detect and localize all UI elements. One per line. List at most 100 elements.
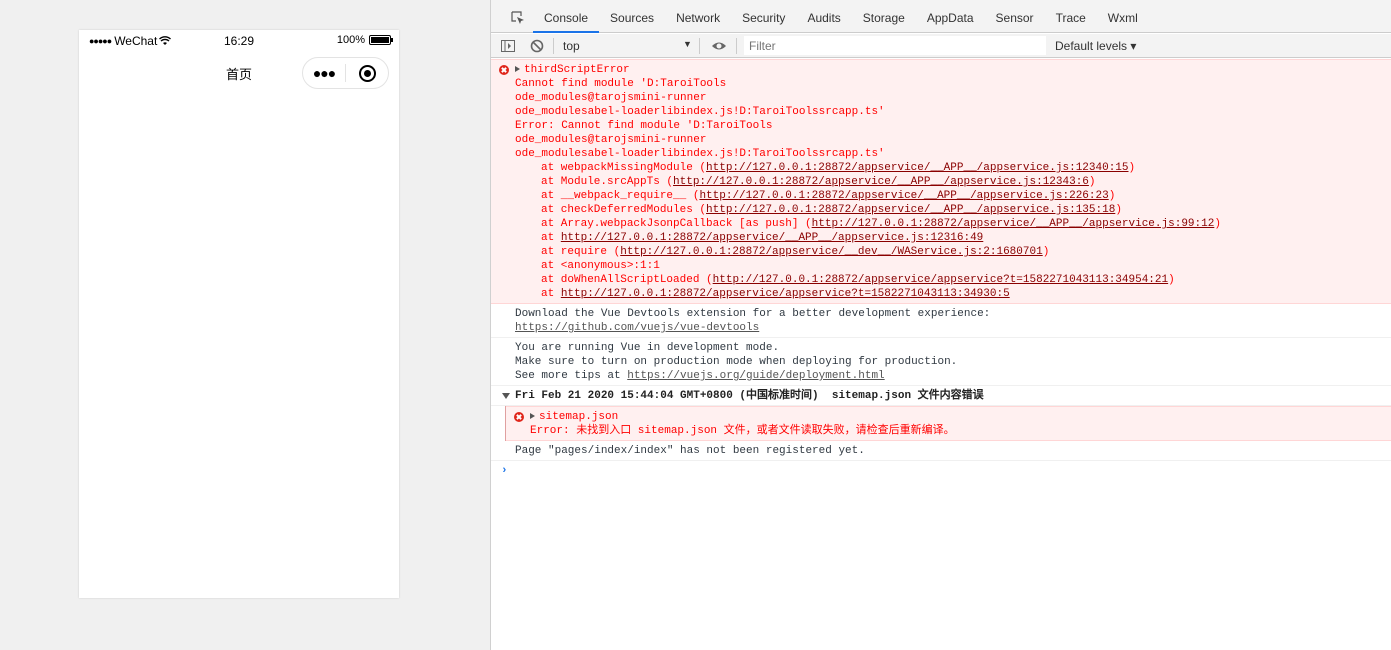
error-line: ode_modulesabel-loaderlibindex.js!D:Taro… [515, 148, 885, 160]
error-title-row[interactable]: thirdScriptError [515, 63, 1391, 77]
stack-frame-text: at __webpack_require__ ( [541, 190, 700, 202]
error-stack: at webpackMissingModule (http://127.0.0.… [515, 161, 1391, 301]
tab-trace[interactable]: Trace [1045, 0, 1097, 33]
log-levels-dropdown[interactable]: Default levels ▾ [1055, 39, 1136, 53]
console-log-message: You are running Vue in development mode.… [491, 338, 1391, 386]
console-group-header[interactable]: Fri Feb 21 2020 15:44:04 GMT+0800 (中国标准时… [491, 386, 1391, 406]
stack-frame-text: ) [1108, 190, 1116, 202]
log-text: Download the Vue Devtools extension for … [515, 308, 991, 320]
phone-screen: ●●●●● WeChat 16:29 100% 首页 ●●● [79, 30, 399, 598]
battery-percent: 100% [336, 34, 365, 46]
stack-frame-link[interactable]: http://127.0.0.1:28872/appservice/__dev_… [620, 246, 1042, 258]
eye-icon[interactable] [711, 38, 727, 54]
stack-frame-link[interactable]: http://127.0.0.1:28872/appservice/appser… [713, 274, 1168, 286]
toggle-sidebar-icon[interactable] [500, 38, 516, 54]
status-right: 100% [336, 34, 393, 46]
deployment-link[interactable]: https://vuejs.org/guide/deployment.html [627, 370, 884, 382]
stack-frame-link[interactable]: http://127.0.0.1:28872/appservice/__APP_… [706, 162, 1128, 174]
stack-frame-text: at checkDeferredModules ( [541, 204, 707, 216]
filter-input[interactable] [744, 36, 1046, 55]
stack-frame: at http://127.0.0.1:28872/appservice/app… [515, 287, 1391, 301]
stack-frame-text: at webpackMissingModule ( [541, 162, 707, 174]
console-toolbar: top ▼ Default levels ▾ [491, 34, 1391, 58]
expand-arrow-icon[interactable] [515, 66, 520, 72]
console-log-message: Page "pages/index/index" has not been re… [491, 441, 1391, 461]
more-button[interactable]: ●●● [303, 65, 345, 81]
stack-frame-link[interactable]: http://127.0.0.1:28872/appservice/__APP_… [673, 176, 1089, 188]
inspect-element-icon[interactable] [511, 11, 525, 25]
navigation-bar: 首页 ●●● [79, 56, 399, 89]
devtools-link[interactable]: https://github.com/vuejs/vue-devtools [515, 322, 759, 334]
stack-frame-text: ) [1128, 162, 1136, 174]
error-icon [499, 65, 509, 75]
log-text: You are running Vue in development mode. [515, 342, 780, 354]
context-selector[interactable]: top [563, 39, 580, 53]
tab-network[interactable]: Network [665, 0, 731, 33]
error-title-row[interactable]: sitemap.json [530, 410, 1391, 424]
log-text: See more tips at [515, 370, 628, 382]
toolbar-separator [699, 38, 700, 54]
error-lines: Cannot find module 'D:TaroiTools ode_modu… [515, 77, 1391, 161]
stack-frame-link[interactable]: http://127.0.0.1:28872/appservice/__APP_… [812, 218, 1215, 230]
devtools-tabs: Console Sources Network Security Audits Stora… [533, 0, 1149, 33]
stack-frame-text: at Module.srcAppTs ( [541, 176, 674, 188]
console-error-message: sitemap.json Error: 未找到入口 sitemap.json 文… [506, 406, 1391, 441]
console-error-message: thirdScriptError Cannot find module 'D:T… [491, 59, 1391, 304]
tab-appdata[interactable]: AppData [916, 0, 985, 33]
stack-frame-text: ) [1214, 218, 1221, 230]
stack-frame-link[interactable]: http://127.0.0.1:28872/appservice/__APP_… [561, 232, 983, 244]
log-text: Page "pages/index/index" has not been re… [515, 445, 865, 457]
battery-fill [371, 37, 389, 43]
status-bar: ●●●●● WeChat 16:29 100% [79, 30, 399, 52]
chevron-down-icon[interactable]: ▼ [683, 39, 692, 49]
error-title: thirdScriptError [524, 64, 630, 76]
tab-sources[interactable]: Sources [599, 0, 665, 33]
devtools-tabbar: Console Sources Network Security Audits Stora… [491, 0, 1391, 33]
tab-wxml[interactable]: Wxml [1097, 0, 1149, 33]
expand-arrow-icon[interactable] [530, 413, 535, 419]
tab-sensor[interactable]: Sensor [985, 0, 1045, 33]
stack-frame: at checkDeferredModules (http://127.0.0.… [515, 203, 1391, 217]
collapse-arrow-icon[interactable] [502, 393, 510, 399]
menu-capsule: ●●● [302, 57, 389, 89]
stack-frame-link[interactable]: http://127.0.0.1:28872/appservice/__APP_… [706, 204, 1115, 216]
tab-console[interactable]: Console [533, 0, 600, 33]
console-group-body: sitemap.json Error: 未找到入口 sitemap.json 文… [505, 406, 1391, 441]
stack-frame-link[interactable]: http://127.0.0.1:28872/appservice/__APP_… [699, 190, 1108, 202]
error-text: Error: 未找到入口 sitemap.json 文件，或者文件读取失败，请检… [530, 425, 955, 437]
error-line: Cannot find module 'D:TaroiTools [515, 78, 727, 90]
stack-frame: at doWhenAllScriptLoaded (http://127.0.0… [515, 273, 1391, 287]
toolbar-separator [553, 38, 554, 54]
tab-audits[interactable]: Audits [796, 0, 851, 33]
console-log-message: Download the Vue Devtools extension for … [491, 304, 1391, 338]
stack-frame: at Module.srcAppTs (http://127.0.0.1:288… [515, 175, 1391, 189]
close-button[interactable] [346, 64, 388, 82]
clear-console-icon[interactable] [529, 38, 545, 54]
stack-frame-text: at [541, 288, 561, 300]
log-text: Make sure to turn on production mode whe… [515, 356, 958, 368]
stack-frame-text: ) [1115, 204, 1122, 216]
error-line: ode_modules@tarojsmini-runner [515, 134, 707, 146]
error-line: ode_modules@tarojsmini-runner [515, 92, 707, 104]
stack-frame: at http://127.0.0.1:28872/appservice/__A… [515, 231, 1391, 245]
console-output: thirdScriptError Cannot find module 'D:T… [491, 59, 1391, 650]
stack-frame-text: at Array.webpackJsonpCallback [as push] … [541, 218, 812, 230]
error-icon [514, 412, 524, 422]
group-title: Fri Feb 21 2020 15:44:04 GMT+0800 (中国标准时… [515, 390, 984, 402]
stack-frame-text: at require ( [541, 246, 621, 258]
tab-storage[interactable]: Storage [852, 0, 916, 33]
error-title: sitemap.json [539, 411, 619, 423]
stack-frame-link[interactable]: http://127.0.0.1:28872/appservice/appser… [561, 288, 1010, 300]
devtools-panel: Console Sources Network Security Audits Stora… [490, 0, 1391, 650]
error-line: ode_modulesabel-loaderlibindex.js!D:Taro… [515, 106, 885, 118]
console-prompt[interactable]: › [491, 461, 1391, 478]
app-root: ●●●●● WeChat 16:29 100% 首页 ●●● Console S… [0, 0, 1391, 650]
stack-frame-text: ) [1088, 176, 1096, 188]
toolbar-separator [736, 38, 737, 54]
stack-frame-text: at <anonymous>:1:1 [541, 260, 660, 272]
stack-frame-text: at doWhenAllScriptLoaded ( [541, 274, 713, 286]
tab-security[interactable]: Security [731, 0, 796, 33]
stack-frame: at <anonymous>:1:1 [515, 259, 1391, 273]
close-circle-icon [358, 64, 376, 82]
stack-frame-text: ) [1168, 274, 1175, 286]
